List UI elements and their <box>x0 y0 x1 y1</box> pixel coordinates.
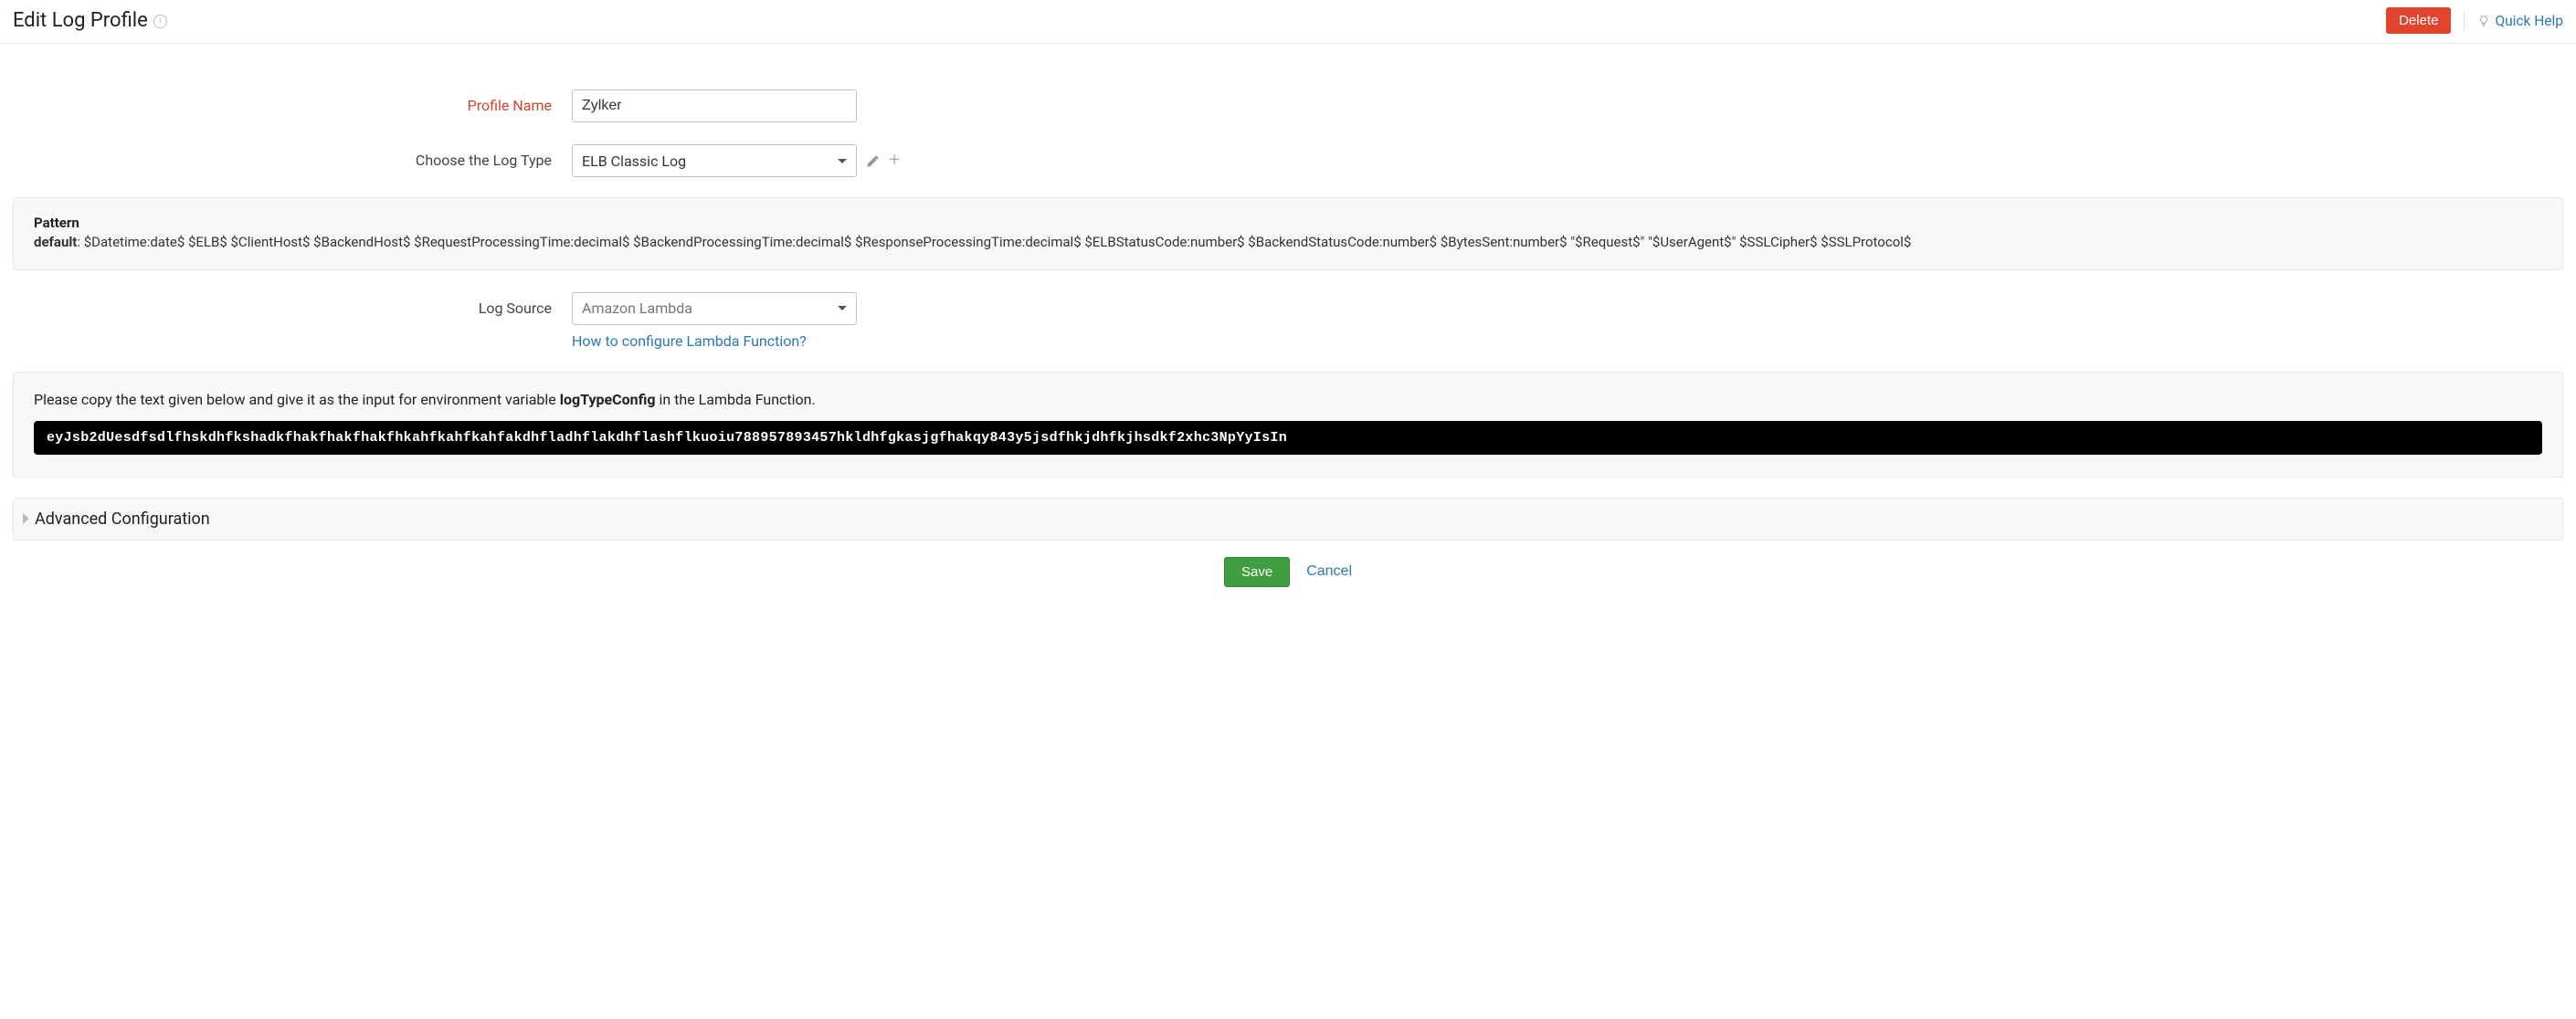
edit-log-type-button[interactable] <box>866 154 880 168</box>
pattern-prefix: default <box>34 234 77 250</box>
row-profile-name: Profile Name <box>13 89 2563 122</box>
pattern-heading: Pattern <box>34 215 2542 231</box>
log-source-select[interactable]: Amazon Lambda <box>572 292 857 325</box>
divider <box>2464 11 2465 31</box>
profile-name-label: Profile Name <box>13 89 552 114</box>
log-type-value: ELB Classic Log <box>582 152 686 170</box>
log-source-value: Amazon Lambda <box>582 299 692 317</box>
page-header: Edit Log Profile i Delete Quick Help <box>0 0 2576 44</box>
log-type-select[interactable]: ELB Classic Log <box>572 144 857 177</box>
content: Profile Name Choose the Log Type ELB Cla… <box>0 44 2576 615</box>
header-right: Delete Quick Help <box>2386 7 2563 34</box>
advanced-config-toggle[interactable]: Advanced Configuration <box>13 498 2563 541</box>
profile-name-input[interactable] <box>572 89 857 122</box>
config-code-box[interactable]: eyJsb2dUesdfsdlfhskdhfkshadkfhakfhakfhak… <box>34 421 2542 455</box>
row-log-source: Log Source Amazon Lambda How to configur… <box>13 292 2563 350</box>
copy-config-panel: Please copy the text given below and giv… <box>13 372 2563 478</box>
delete-button[interactable]: Delete <box>2386 7 2451 34</box>
copy-instruction-bold: logTypeConfig <box>560 391 656 408</box>
pattern-body: : $Datetime:date$ $ELB$ $ClientHost$ $Ba… <box>77 234 1911 250</box>
save-button[interactable]: Save <box>1224 557 1290 587</box>
chevron-down-icon <box>838 159 847 163</box>
row-log-type: Choose the Log Type ELB Classic Log + <box>13 144 2563 177</box>
footer-actions: Save Cancel <box>13 557 2563 587</box>
bulb-icon <box>2477 15 2490 27</box>
pattern-text: default: $Datetime:date$ $ELB$ $ClientHo… <box>34 233 2542 253</box>
copy-instruction-pre: Please copy the text given below and giv… <box>34 391 560 408</box>
header-left: Edit Log Profile i <box>13 9 167 32</box>
copy-instruction: Please copy the text given below and giv… <box>34 391 2542 408</box>
pattern-panel: Pattern default: $Datetime:date$ $ELB$ $… <box>13 197 2563 270</box>
page-title: Edit Log Profile <box>13 9 148 32</box>
lambda-help-link[interactable]: How to configure Lambda Function? <box>572 332 857 350</box>
chevron-down-icon <box>838 306 847 310</box>
info-icon[interactable]: i <box>153 15 167 28</box>
cancel-button[interactable]: Cancel <box>1306 563 1352 580</box>
copy-instruction-post: in the Lambda Function. <box>656 391 816 408</box>
advanced-config-title: Advanced Configuration <box>35 510 210 529</box>
add-log-type-button[interactable]: + <box>889 151 900 171</box>
log-type-label: Choose the Log Type <box>13 144 552 169</box>
chevron-right-icon <box>23 513 29 524</box>
quick-help-label: Quick Help <box>2495 13 2563 29</box>
log-source-label: Log Source <box>13 292 552 317</box>
quick-help-link[interactable]: Quick Help <box>2477 13 2563 29</box>
